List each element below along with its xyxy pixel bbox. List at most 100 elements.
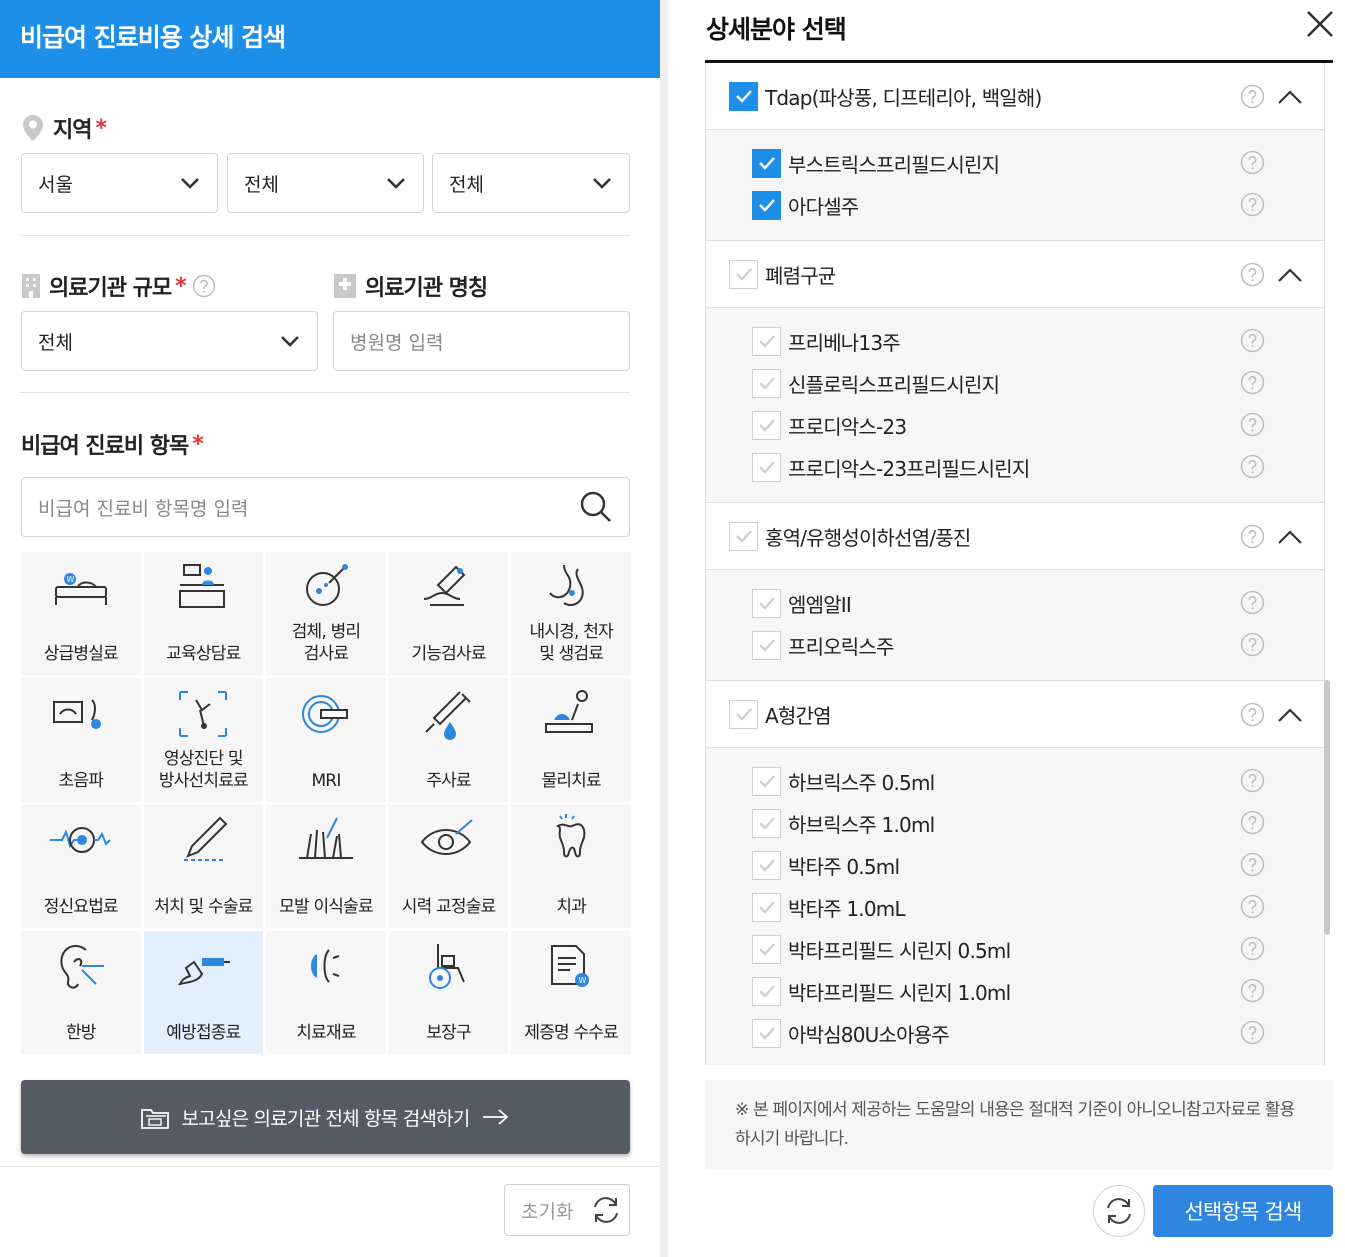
category-tile[interactable]: 예방접종료 [143,930,264,1054]
detail-item[interactable]: 박타프리필드 시린지 0.5ml [706,928,1324,970]
search-selected-button[interactable]: 선택항목 검색 [1153,1185,1333,1237]
item-checkbox[interactable] [752,808,781,838]
help-icon[interactable] [1240,810,1265,835]
group-header[interactable]: Tdap(파상풍, 디프테리아, 백일해) [706,63,1324,130]
category-tile[interactable]: 한방 [21,930,141,1054]
hospital-cross-icon [334,274,356,298]
item-checkbox[interactable] [752,368,781,398]
help-icon[interactable] [192,274,216,298]
region-city-select[interactable]: 서울 [21,153,218,213]
help-icon[interactable] [1240,262,1265,287]
help-icon[interactable] [1240,768,1265,793]
chevron-up-icon[interactable] [1276,705,1304,725]
item-checkbox[interactable] [752,588,781,618]
help-icon[interactable] [1240,370,1265,395]
category-tile[interactable]: 치료재료 [266,930,386,1054]
help-icon[interactable] [1240,328,1265,353]
detail-item[interactable]: 박타프리필드 시린지 1.0ml [706,970,1324,1012]
help-icon[interactable] [1240,1020,1265,1045]
group-header[interactable]: 폐렴구균 [706,241,1324,308]
item-label: 엠엠알II [788,592,852,617]
item-checkbox[interactable] [752,148,781,178]
category-tile[interactable]: 기능검사료 [388,552,509,676]
help-icon[interactable] [1240,894,1265,919]
list-scrollbar[interactable] [1324,680,1330,935]
help-icon[interactable] [1240,852,1265,877]
detail-item[interactable]: 신플로릭스프리필드시린지 [706,362,1324,404]
detail-item[interactable]: 프리베나13주 [706,320,1324,362]
detail-item[interactable]: 프로디악스-23 [706,404,1324,446]
help-icon[interactable] [1240,412,1265,437]
scale-select[interactable]: 전체 [21,311,318,371]
help-icon[interactable] [1240,936,1265,961]
item-checkbox[interactable] [752,850,781,880]
category-tile[interactable]: W 상급병실료 [21,552,141,676]
item-checkbox[interactable] [752,892,781,922]
item-search-input[interactable]: 비급여 진료비 항목명 입력 [21,477,630,537]
region-district-select[interactable]: 전체 [227,153,424,213]
help-icon[interactable] [1240,84,1265,109]
category-tile[interactable]: 정신요법료 [21,804,141,928]
category-tile[interactable]: 내시경, 천자 및 생검료 [511,552,631,676]
help-icon[interactable] [1240,978,1265,1003]
detail-item[interactable]: 아박심80U소아용주 [706,1012,1324,1054]
category-tile[interactable]: 시력 교정술료 [388,804,509,928]
item-checkbox[interactable] [752,452,781,482]
help-icon[interactable] [1240,524,1265,549]
chevron-up-icon[interactable] [1276,87,1304,107]
category-tile[interactable]: 주사료 [388,678,509,802]
category-tile[interactable]: 교육상담료 [143,552,264,676]
help-icon[interactable] [1240,702,1265,727]
help-icon[interactable] [1240,454,1265,479]
help-icon[interactable] [1240,192,1265,217]
group-checkbox[interactable] [729,699,758,729]
help-icon[interactable] [1240,150,1265,175]
item-checkbox[interactable] [752,630,781,660]
item-checkbox[interactable] [752,1018,781,1048]
category-tile[interactable]: 검체, 병리 검사료 [266,552,386,676]
detail-item[interactable]: 엠엠알II [706,582,1324,624]
location-pin-icon [23,115,43,141]
category-tile[interactable]: 물리치료 [511,678,631,802]
refresh-selection-button[interactable] [1093,1185,1145,1237]
lens-icon [310,949,340,983]
help-icon[interactable] [1240,632,1265,657]
category-tile[interactable]: W 제증명 수수료 [511,930,631,1054]
hospital-name-input[interactable]: 병원명 입력 [333,311,630,371]
item-checkbox[interactable] [752,976,781,1006]
group-checkbox[interactable] [729,259,758,289]
detail-item[interactable]: 박타주 0.5ml [706,844,1324,886]
search-all-items-button[interactable]: 보고싶은 의료기관 전체 항목 검색하기 [21,1080,630,1154]
category-tile[interactable]: 초음파 [21,678,141,802]
detail-item[interactable]: 프리오릭스주 [706,624,1324,666]
search-icon[interactable] [579,490,613,524]
item-checkbox[interactable] [752,190,781,220]
category-tile[interactable]: 모발 이식술료 [266,804,386,928]
item-checkbox[interactable] [752,410,781,440]
reset-button[interactable]: 초기화 [504,1184,630,1236]
group-checkbox[interactable] [729,521,758,551]
detail-item[interactable]: 하브릭스주 0.5ml [706,760,1324,802]
category-tile[interactable]: MRI [266,678,386,802]
item-checkbox[interactable] [752,326,781,356]
item-label: 프로디악스-23프리필드시린지 [788,456,1030,481]
category-tile[interactable]: 치과 [511,804,631,928]
group-header[interactable]: A형간염 [706,681,1324,748]
detail-item[interactable]: 아다셀주 [706,184,1324,226]
detail-item[interactable]: 하브릭스주 1.0ml [706,802,1324,844]
group-checkbox[interactable] [729,81,758,111]
detail-item[interactable]: 프로디악스-23프리필드시린지 [706,446,1324,488]
item-checkbox[interactable] [752,934,781,964]
category-tile[interactable]: 보장구 [388,930,509,1054]
help-icon[interactable] [1240,590,1265,615]
item-checkbox[interactable] [752,766,781,796]
chevron-up-icon[interactable] [1276,265,1304,285]
region-dong-select[interactable]: 전체 [432,153,630,213]
category-tile[interactable]: 영상진단 및 방사선치료료 [143,678,264,802]
chevron-up-icon[interactable] [1276,527,1304,547]
close-icon[interactable] [1304,8,1336,40]
detail-item[interactable]: 부스트릭스프리필드시린지 [706,142,1324,184]
detail-item[interactable]: 박타주 1.0mL [706,886,1324,928]
group-header[interactable]: 홍역/유행성이하선염/풍진 [706,503,1324,570]
category-tile[interactable]: 처치 및 수술료 [143,804,264,928]
